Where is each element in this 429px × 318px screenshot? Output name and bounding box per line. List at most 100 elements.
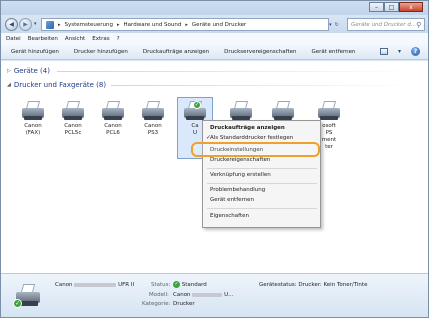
printer-icon — [20, 101, 46, 121]
menu-bearbeiten[interactable]: Bearbeiten — [28, 36, 58, 42]
printer-icon — [228, 101, 254, 121]
breadcrumb-arrow-icon[interactable]: ▸ — [58, 22, 61, 28]
printer-item[interactable]: Canon (FAX) — [15, 101, 51, 137]
menu-item-troubleshoot[interactable]: Problembehandlung — [210, 187, 265, 193]
breadcrumb-systemsteuerung[interactable]: Systemsteuerung — [65, 22, 114, 28]
search-input[interactable]: Geräte und Drucker d... ⚲ — [347, 18, 425, 31]
command-bar-right: ▾ ? — [379, 47, 420, 56]
printer-icon — [100, 101, 126, 121]
redacted-text — [192, 292, 223, 297]
printer-item[interactable]: Canon PS3 — [135, 101, 171, 137]
printer-name-suffix: (FAX) — [25, 130, 41, 136]
menu-separator — [207, 168, 317, 169]
window-controls: – □ x — [369, 2, 423, 12]
back-button[interactable]: ◀ — [5, 18, 18, 31]
menu-item-properties[interactable]: Eigenschaften — [210, 213, 249, 219]
add-device-button[interactable]: Gerät hinzufügen — [11, 49, 59, 55]
menu-item-view-print-jobs[interactable]: Druckaufträge anzeigen — [210, 125, 285, 131]
redacted-text — [74, 282, 117, 287]
printer-name: Canon — [104, 123, 122, 129]
remove-device-button[interactable]: Gerät entfernen — [311, 49, 355, 55]
status-value: ✓ Standard — [173, 281, 207, 288]
menu-item-remove-device[interactable]: Gerät entfernen — [210, 197, 254, 203]
model-label: Modell: — [149, 292, 169, 298]
highlight-ring — [191, 142, 320, 157]
breadcrumb-hardware-und-sound[interactable]: Hardware und Sound — [124, 22, 182, 28]
printer-item[interactable]: Canon PCL6 — [95, 101, 131, 137]
forward-button[interactable]: ▶ — [19, 18, 32, 31]
close-button[interactable]: x — [399, 2, 423, 12]
add-printer-button[interactable]: Drucker hinzufügen — [74, 49, 128, 55]
group-devices[interactable]: ▷ Geräte (4) — [7, 67, 50, 75]
status-text: Standard — [181, 282, 207, 288]
view-dropdown-icon[interactable]: ▾ — [398, 48, 401, 55]
default-check-icon: ✓ — [193, 101, 201, 109]
device-status: Gerätestatus: Drucker: Kein Toner/Tinte — [259, 282, 368, 288]
model-prefix: Canon — [173, 292, 191, 298]
breadcrumb-geraete-und-drucker[interactable]: Geräte und Drucker — [192, 22, 246, 28]
printer-item[interactable]: Canon PCL5c — [55, 101, 91, 137]
printer-icon — [140, 101, 166, 121]
menu-ansicht[interactable]: Ansicht — [65, 36, 85, 42]
address-actions: ▾ ↻ — [322, 18, 346, 31]
menu-separator — [207, 208, 317, 209]
breadcrumb-arrow-icon[interactable]: ▸ — [185, 22, 188, 28]
arrow-right-icon: ▶ — [23, 21, 28, 28]
group-printers[interactable]: ◢ Drucker und Faxgeräte (8) — [7, 81, 106, 89]
model-suffix: U... — [224, 292, 234, 298]
device-name-suffix: UFR II — [118, 282, 135, 288]
menu-datei[interactable]: Datei — [6, 36, 21, 42]
menu-item-printer-properties[interactable]: Druckereigenschaften — [210, 157, 270, 163]
printer-name-suffix: PCL5c — [64, 130, 82, 136]
print-server-properties-button[interactable]: Druckservereigenschaften — [224, 49, 296, 55]
address-bar[interactable]: ▸ Systemsteuerung ▸ Hardware und Sound ▸… — [41, 18, 329, 31]
status-label: Status: — [151, 282, 171, 288]
menu-item-create-shortcut[interactable]: Verknüpfung erstellen — [210, 172, 271, 178]
explorer-window: – □ x ◀ ▶ ▾ ▸ Systemsteuerung ▸ Hardware… — [0, 0, 429, 318]
group-printers-label: Drucker und Faxgeräte (8) — [13, 81, 107, 89]
help-icon[interactable]: ? — [411, 47, 420, 56]
group-divider — [57, 71, 417, 72]
group-devices-label: Geräte (4) — [13, 67, 50, 75]
expand-icon[interactable]: ▷ — [7, 68, 11, 74]
recent-pages-dropdown[interactable]: ▾ — [34, 21, 37, 27]
address-row: ◀ ▶ ▾ ▸ Systemsteuerung ▸ Hardware und S… — [1, 15, 428, 33]
model-value: Canon U... — [173, 292, 233, 298]
printer-icon: ✓ — [13, 284, 43, 308]
view-print-jobs-button[interactable]: Druckaufträge anzeigen — [143, 49, 209, 55]
category-label: Kategorie: — [142, 301, 171, 307]
search-placeholder: Geräte und Drucker d... — [351, 21, 417, 28]
menu-help[interactable]: ? — [117, 36, 120, 42]
collapse-icon[interactable]: ◢ — [7, 82, 11, 88]
printer-name-suffix: PCL6 — [106, 130, 120, 136]
details-pane: ✓ Canon UFR II Status: ✓ Standard Geräte… — [1, 273, 428, 317]
control-panel-icon — [46, 20, 54, 29]
menu-extras[interactable]: Extras — [92, 36, 109, 42]
arrow-left-icon: ◀ — [9, 21, 14, 28]
printer-name: Canon — [24, 123, 42, 129]
maximize-button[interactable]: □ — [384, 2, 399, 12]
device-name-prefix: Canon — [55, 282, 73, 288]
printer-name: Canon — [144, 123, 162, 129]
group-divider — [111, 85, 417, 86]
search-icon[interactable]: ⚲ — [416, 21, 421, 29]
printer-name: Canon — [64, 123, 82, 129]
address-dropdown-icon[interactable]: ▾ — [329, 22, 332, 28]
context-menu: Druckaufträge anzeigen ✓ Als Standarddru… — [202, 120, 321, 228]
minimize-button[interactable]: – — [369, 2, 384, 12]
breadcrumb-arrow-icon[interactable]: ▸ — [117, 22, 120, 28]
view-options-icon[interactable] — [379, 48, 388, 55]
printer-icon — [60, 101, 86, 121]
menu-separator — [207, 183, 317, 184]
refresh-icon[interactable]: ↻ — [335, 22, 339, 28]
status-ok-icon: ✓ — [173, 281, 180, 288]
menu-item-set-default[interactable]: Als Standarddrucker festlegen — [210, 135, 293, 141]
menu-bar: Datei Bearbeiten Ansicht Extras ? — [1, 33, 428, 44]
default-check-icon: ✓ — [13, 299, 22, 308]
category-value: Drucker — [173, 301, 195, 307]
printer-icon — [316, 101, 342, 121]
printer-name-suffix: PS3 — [147, 130, 159, 136]
command-bar: Gerät hinzufügen Drucker hinzufügen Druc… — [1, 44, 428, 60]
printer-icon — [270, 101, 296, 121]
title-bar: – □ x — [1, 1, 428, 15]
